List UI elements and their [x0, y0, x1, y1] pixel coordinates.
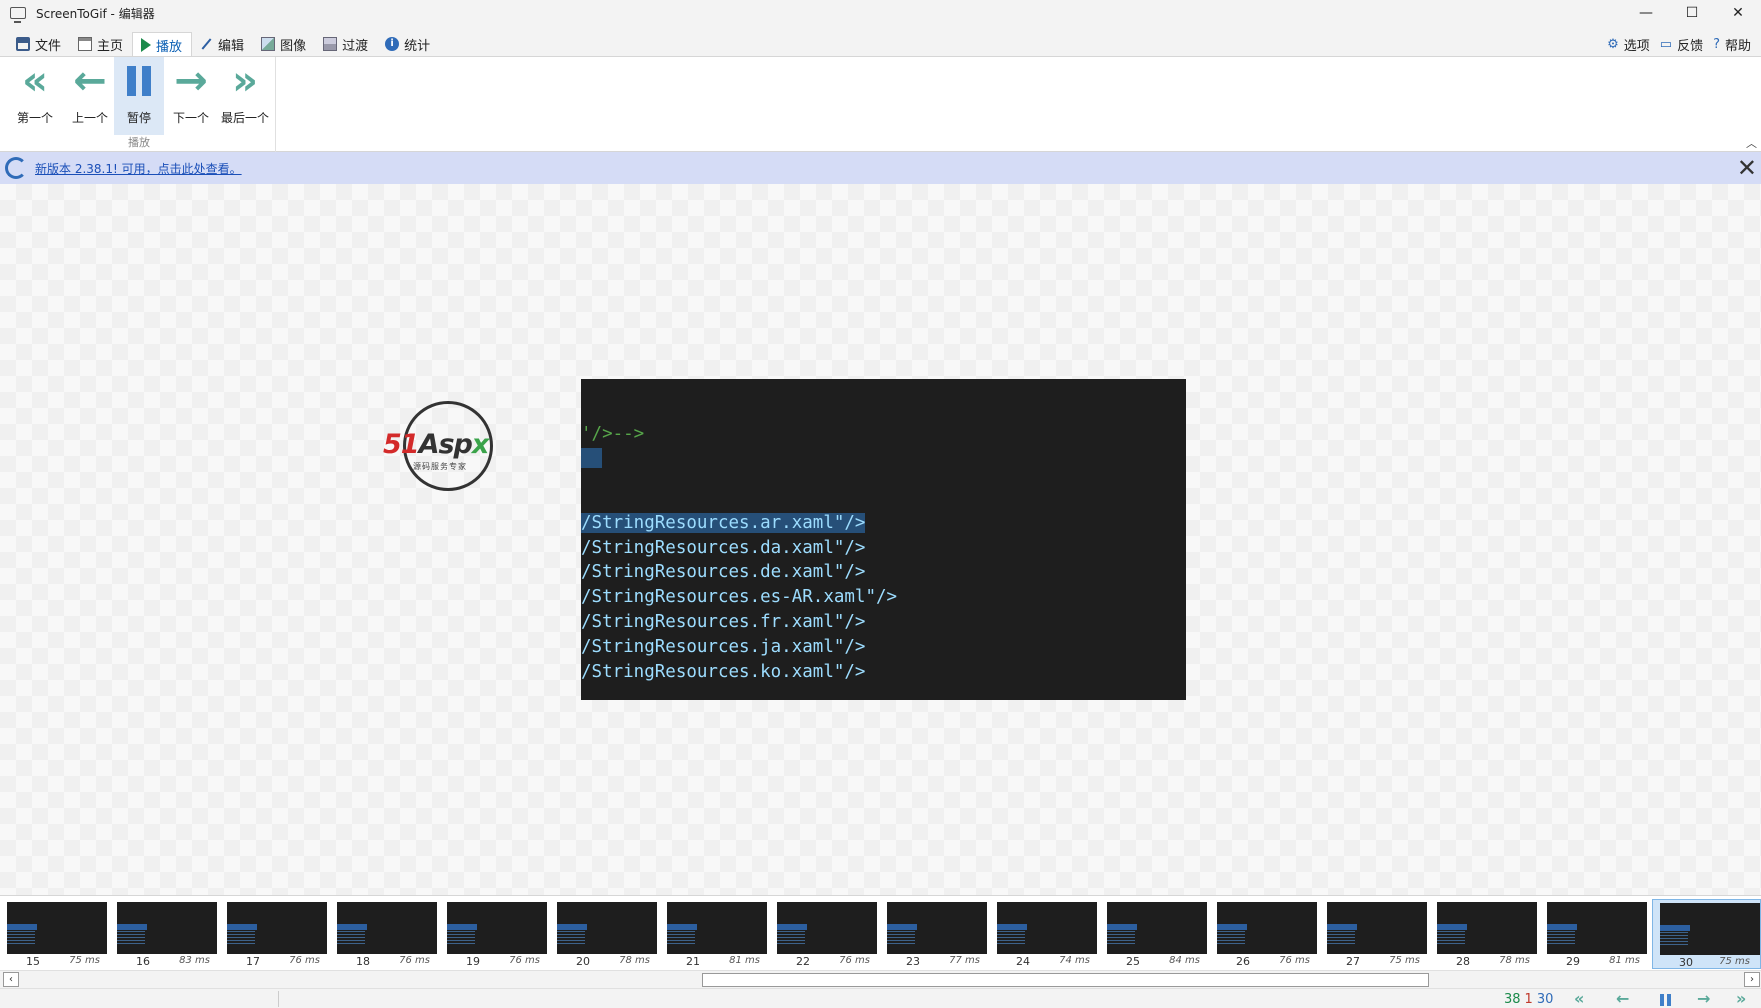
current-frame: 30 [1536, 992, 1554, 1007]
status-previous-icon[interactable]: ← [1616, 989, 1629, 1008]
tab-file[interactable]: 文件 [8, 32, 70, 56]
menu-tabs: 文件 主页 播放 编辑 图像 过渡 i 统计 [0, 32, 1761, 57]
status-next-icon[interactable]: → [1697, 989, 1710, 1008]
help-button[interactable]: ? 帮助 [1713, 35, 1751, 54]
scrollbar-thumb[interactable] [702, 973, 1429, 987]
play-icon [141, 38, 152, 52]
window-title: ScreenToGif - 编辑器 [36, 6, 155, 21]
code-cursor [581, 446, 603, 471]
ribbon: « 第一个 ← 上一个 暂停 → 下一个 » 最后一个 播放 ︿ [0, 56, 1761, 152]
info-icon: i [385, 37, 400, 51]
status-first-icon[interactable]: « [1574, 989, 1584, 1008]
frame-thumbnail[interactable]: 23 77 ms [880, 899, 990, 969]
first-frame-button[interactable]: « 第一个 [6, 57, 64, 135]
window-icon: ▭ [1659, 36, 1673, 52]
home-icon [78, 37, 93, 51]
status-last-icon[interactable]: » [1736, 989, 1746, 1008]
selected-frames: 1 [1524, 992, 1533, 1007]
next-frame-button[interactable]: → 下一个 [166, 57, 216, 135]
tab-transitions[interactable]: 过渡 [315, 32, 377, 56]
frame-thumbnail[interactable]: 29 81 ms [1540, 899, 1650, 969]
frame-thumbnail[interactable]: 26 76 ms [1210, 899, 1320, 969]
feedback-button[interactable]: ▭ 反馈 [1660, 35, 1703, 54]
right-menu: ⚙ 选项 ▭ 反馈 ? 帮助 [1607, 32, 1761, 56]
frame-thumbnail[interactable]: 18 76 ms [330, 899, 440, 969]
frame-preview: '/>--> /StringResources.ar.xaml"/> /Stri… [581, 379, 1186, 700]
previous-frame-button[interactable]: ← 上一个 [64, 57, 116, 135]
frame-thumbnail[interactable]: 27 75 ms [1320, 899, 1430, 969]
last-frame-button[interactable]: » 最后一个 [216, 57, 274, 135]
frame-thumbnail-selected[interactable]: 30 75 ms [1652, 899, 1761, 969]
save-icon [16, 37, 30, 51]
tab-edit[interactable]: 编辑 [192, 32, 253, 56]
tab-playback[interactable]: 播放 [132, 32, 193, 57]
watermark-logo: 51Aspx 源码服务专家 [383, 401, 513, 493]
window-controls: — ☐ ✕ [1623, 0, 1761, 26]
total-frames: 38 [1504, 992, 1521, 1007]
horizontal-scrollbar[interactable]: ‹ › [0, 970, 1761, 988]
options-button[interactable]: ⚙ 选项 [1607, 35, 1650, 54]
code-line: /StringResources.es-AR.xaml"/> [581, 587, 898, 607]
code-line: /StringResources.ko.xaml"/> [581, 662, 866, 682]
arrow-right-icon: → [174, 58, 208, 104]
code-line: /StringResources.da.xaml"/> [581, 538, 866, 558]
code-line: /StringResources.de.xaml"/> [581, 562, 866, 582]
pencil-icon [201, 38, 212, 50]
frame-thumbnail[interactable]: 17 76 ms [220, 899, 330, 969]
maximize-button[interactable]: ☐ [1669, 0, 1715, 26]
frame-thumbnail[interactable]: 21 81 ms [660, 899, 770, 969]
group-label: 播放 [128, 136, 150, 149]
image-icon [261, 37, 276, 51]
close-notification-icon[interactable]: ✕ [1737, 155, 1757, 181]
frame-canvas: 51Aspx 源码服务专家 '/>--> /StringResources.ar… [0, 184, 1761, 895]
frame-thumbnail[interactable]: 28 78 ms [1430, 899, 1540, 969]
frame-thumbnail[interactable]: 19 76 ms [440, 899, 550, 969]
close-button[interactable]: ✕ [1715, 0, 1761, 26]
pause-button[interactable]: 暂停 [114, 57, 164, 135]
pause-icon [114, 57, 164, 105]
wrench-icon: ⚙ [1607, 36, 1619, 52]
arrow-left-icon: ← [73, 58, 107, 104]
code-line: /StringResources.fr.xaml"/> [581, 612, 866, 632]
code-line: /StringResources.ja.xaml"/> [581, 637, 866, 657]
code-line: /StringResources.ar.xaml"/> [581, 513, 866, 533]
double-arrow-left-icon: « [22, 58, 48, 104]
playback-group: « 第一个 ← 上一个 暂停 → 下一个 » 最后一个 播放 [2, 57, 276, 152]
update-notification: 新版本 2.38.1! 可用，点击此处查看。 ✕ [0, 152, 1761, 184]
scroll-left-icon[interactable]: ‹ [3, 972, 19, 987]
frame-thumbnail[interactable]: 16 83 ms [110, 899, 220, 969]
frame-strip: 15 75 ms 16 83 ms 17 76 ms 18 76 ms 19 76 ms … [0, 895, 1761, 970]
frame-thumbnail[interactable]: 20 78 ms [550, 899, 660, 969]
scroll-right-icon[interactable]: › [1744, 972, 1760, 987]
title-bar: ScreenToGif - 编辑器 — ☐ ✕ [0, 0, 1761, 26]
update-link[interactable]: 新版本 2.38.1! 可用，点击此处查看。 [35, 160, 242, 177]
code-comment: '/>--> [581, 424, 645, 444]
transition-icon [323, 37, 338, 51]
monitor-icon [10, 7, 26, 23]
frame-counts: 38 1 30 [1504, 992, 1553, 1007]
frame-thumbnail[interactable]: 25 84 ms [1100, 899, 1210, 969]
status-pause-icon[interactable] [1660, 994, 1671, 1006]
frame-thumbnail[interactable]: 24 74 ms [990, 899, 1100, 969]
tab-image[interactable]: 图像 [253, 32, 315, 56]
help-icon: ? [1713, 36, 1720, 52]
tab-home[interactable]: 主页 [70, 32, 132, 56]
minimize-button[interactable]: — [1623, 0, 1669, 26]
double-arrow-right-icon: » [232, 58, 258, 104]
refresh-icon [5, 157, 27, 179]
collapse-ribbon-icon[interactable]: ︿ [1746, 135, 1757, 151]
frame-thumbnail[interactable]: 15 75 ms [0, 899, 110, 969]
tab-statistics[interactable]: i 统计 [377, 32, 439, 56]
frame-thumbnail[interactable]: 22 76 ms [770, 899, 880, 969]
status-bar: 38 1 30 « ← → » [0, 988, 1761, 1008]
